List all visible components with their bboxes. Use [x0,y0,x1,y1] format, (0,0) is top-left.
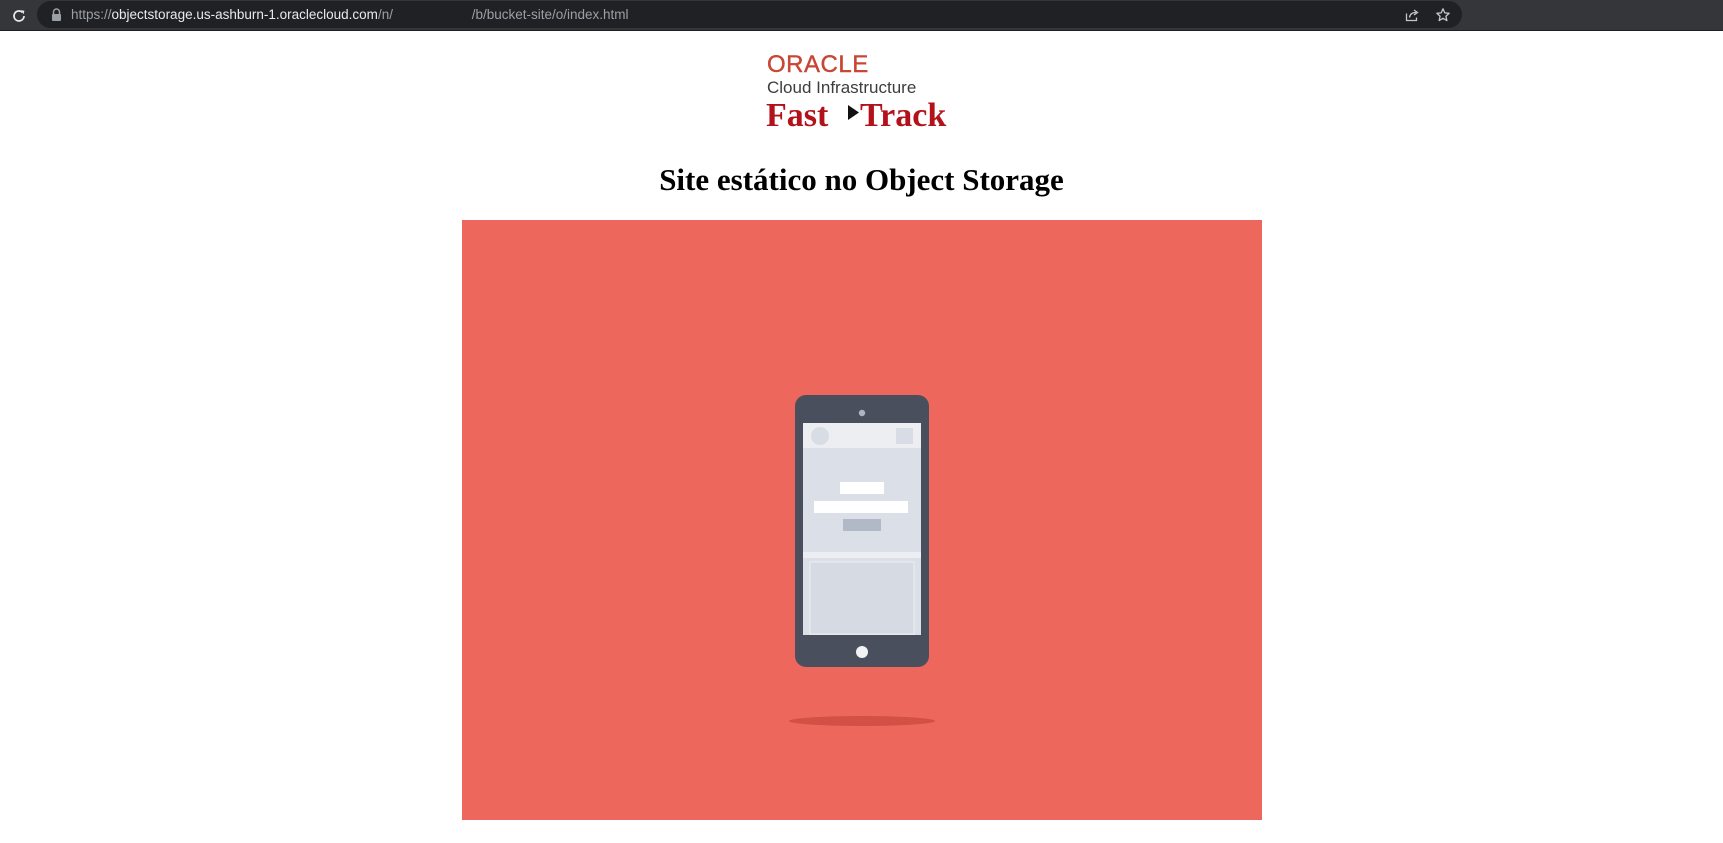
screen-avatar [811,427,829,445]
screen-title-block [840,482,884,494]
browser-toolbar: https://objectstorage.us-ashburn-1.oracl… [0,0,1723,31]
phone-shadow [789,716,935,726]
lock-icon[interactable] [49,7,63,22]
logo-cloud-infrastructure-text: Cloud Infrastructure [767,78,916,97]
logo-track-text: Track [860,97,946,132]
oracle-fasttrack-logo: ORACLE Cloud Infrastructure Fast Track [766,52,946,132]
phone-home-button [856,646,868,658]
logo-fast-text: Fast [766,97,829,132]
page-title: Site estático no Object Storage [659,162,1064,197]
hero-image [462,220,1262,820]
star-icon [1436,8,1450,22]
play-arrow-icon [848,105,859,120]
logo-oracle-text: ORACLE [767,52,869,78]
address-bar[interactable]: https://objectstorage.us-ashburn-1.oracl… [37,1,1462,28]
url-text[interactable]: https://objectstorage.us-ashburn-1.oracl… [71,1,629,28]
page-content: ORACLE Cloud Infrastructure Fast Track S… [0,31,1723,843]
screen-content-card [809,561,915,635]
url-path-start: /n/ [377,7,393,22]
phone-camera [858,409,866,417]
screen-menu-square [896,428,913,444]
url-path-redacted [393,7,472,22]
url-scheme: https:// [71,7,112,22]
reload-icon [13,10,25,22]
screen-divider [803,552,921,558]
share-icon [1405,9,1419,22]
reload-button[interactable] [6,3,32,29]
url-host: objectstorage.us-ashburn-1.oraclecloud.c… [111,7,378,22]
share-button[interactable] [1401,4,1423,26]
screen-button-block [843,519,881,531]
bookmark-button[interactable] [1432,4,1454,26]
smartphone-illustration [789,395,935,726]
screen-text-block [814,501,908,513]
url-path-end: /b/bucket-site/o/index.html [471,7,629,22]
